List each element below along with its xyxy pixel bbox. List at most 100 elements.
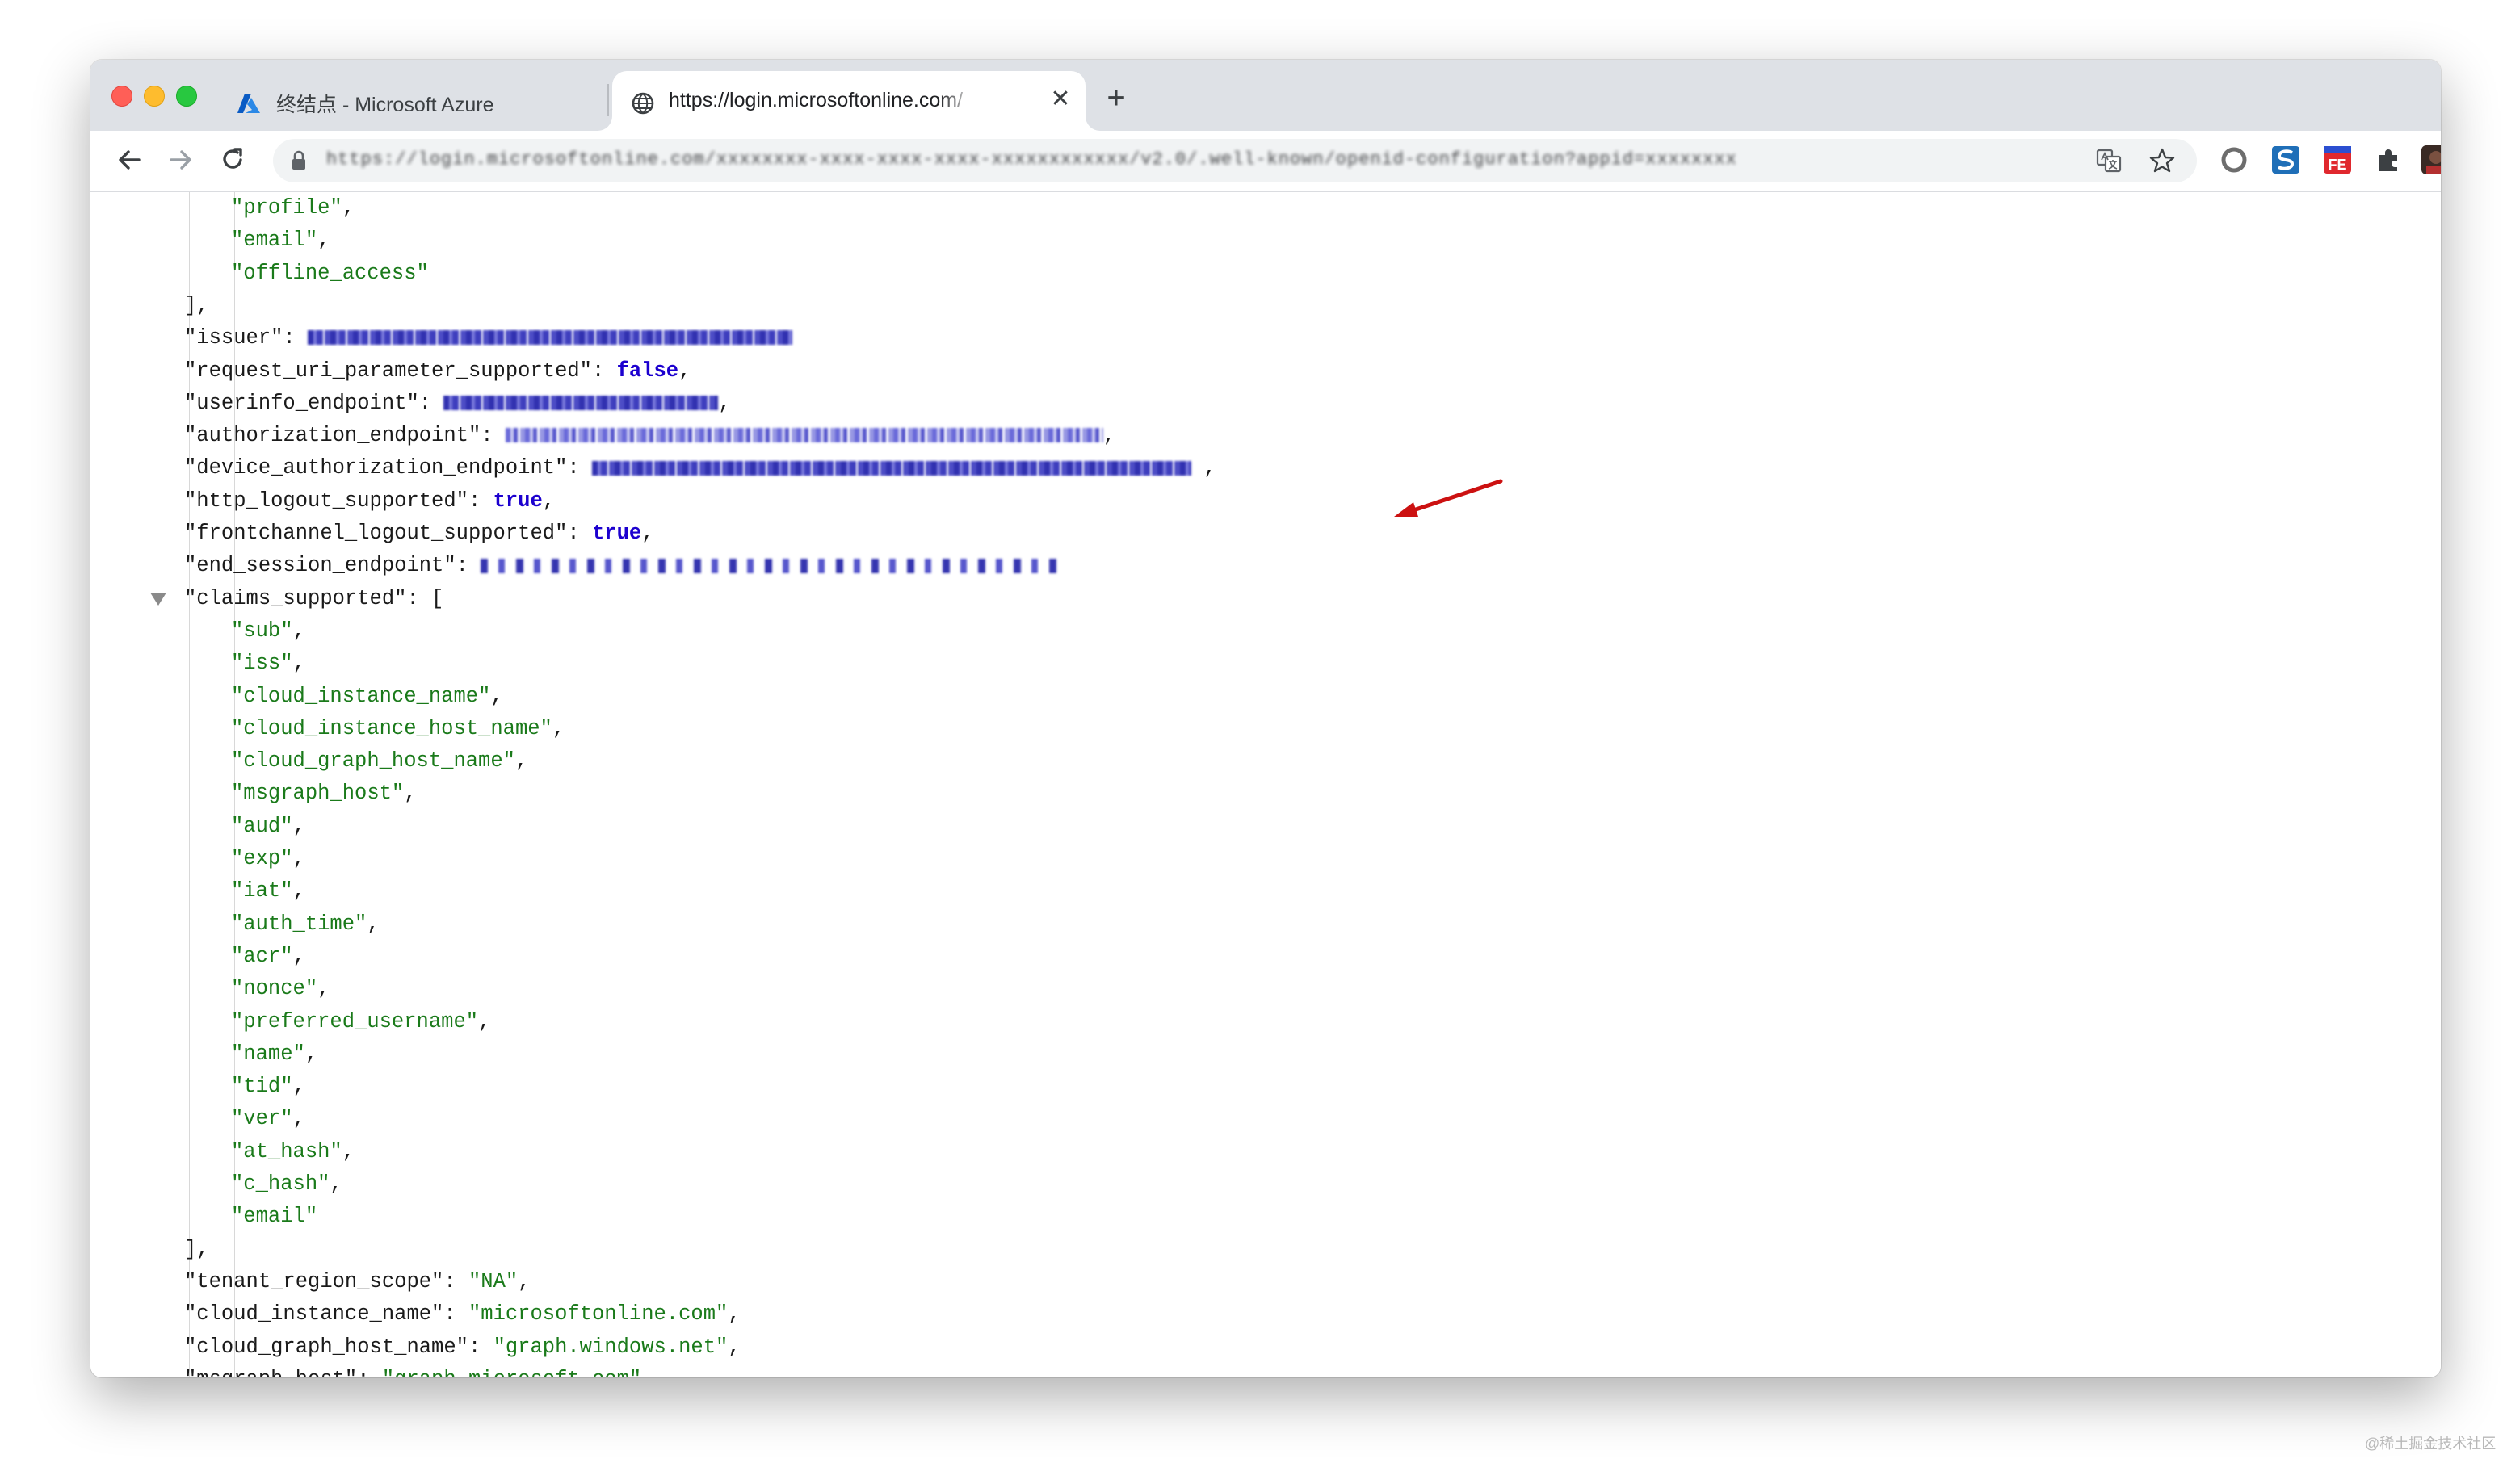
json-line: "msgraph_host", — [231, 778, 417, 810]
json-string: "email" — [231, 228, 318, 253]
translate-icon[interactable] — [2095, 147, 2123, 174]
json-string: "microsoftonline.com" — [468, 1302, 729, 1327]
json-punctuation: , — [292, 879, 305, 903]
json-viewer: "profile", "email", "offline_access"], "iss… — [90, 192, 2441, 1377]
json-punctuation: "claims_supported": [ — [184, 586, 444, 610]
json-punctuation: , — [292, 1075, 305, 1099]
tab-close-icon[interactable]: ✕ — [1047, 86, 1074, 113]
json-punctuation: , — [304, 1042, 318, 1066]
json-punctuation: , — [518, 1269, 531, 1293]
json-punctuation: , — [342, 196, 355, 220]
window-minimize-button[interactable] — [144, 86, 165, 107]
json-string: "acr" — [231, 944, 293, 968]
json-line: "email" — [231, 1201, 317, 1233]
json-line: "preferred_username", — [231, 1006, 490, 1038]
json-punctuation: , — [514, 749, 528, 773]
tab-separator — [607, 84, 609, 116]
json-punctuation: "cloud_graph_host_name": — [184, 1335, 493, 1359]
json-line: "tid", — [231, 1071, 305, 1103]
json-punctuation: "device_authorization_endpoint": — [184, 456, 592, 480]
json-string: "exp" — [231, 847, 293, 870]
window-close-button[interactable] — [111, 86, 132, 107]
collapse-toggle-icon[interactable] — [150, 592, 166, 606]
new-tab-button[interactable]: + — [1100, 82, 1132, 115]
json-punctuation: , — [367, 912, 380, 936]
json-string: "aud" — [231, 814, 293, 838]
redacted-value[interactable] — [591, 460, 1191, 476]
json-string: "c_hash" — [231, 1172, 330, 1196]
redacted-value[interactable] — [308, 330, 793, 346]
json-line: "acr", — [231, 941, 305, 973]
json-punctuation: , — [292, 1107, 305, 1131]
forward-icon[interactable] — [163, 142, 199, 178]
json-punctuation: ], — [184, 1237, 209, 1261]
json-punctuation: ], — [184, 293, 209, 317]
lock-icon[interactable] — [291, 150, 307, 171]
svg-text:FE: FE — [2328, 157, 2346, 173]
json-line: "iat", — [231, 875, 305, 908]
json-punctuation: , — [678, 358, 691, 383]
json-punctuation: "userinfo_endpoint": — [184, 391, 444, 415]
json-punctuation: , — [552, 716, 565, 740]
json-punctuation: "end_session_endpoint": — [184, 554, 481, 578]
json-literal: false — [616, 358, 679, 383]
json-line: "c_hash", — [231, 1168, 342, 1201]
red-annotation-arrow-icon — [1394, 479, 1503, 517]
url-text[interactable]: https://login.microsoftonline.com/xxxxxx… — [326, 149, 1942, 172]
reload-icon[interactable] — [215, 142, 250, 178]
json-line: "issuer": — [184, 322, 793, 354]
json-line: "claims_supported": [ — [150, 583, 444, 615]
json-string: "cloud_graph_host_name" — [231, 749, 515, 773]
json-literal: true — [591, 522, 642, 545]
json-line: "request_uri_parameter_supported": false… — [184, 355, 691, 388]
json-punctuation: , — [641, 1368, 653, 1377]
json-punctuation: "issuer": — [184, 326, 309, 350]
json-line: "iss", — [231, 648, 305, 680]
tab-openid-configuration[interactable]: https://login.microsoftonline.com/ ✕ — [612, 71, 1086, 131]
json-line: "profile", — [231, 192, 355, 224]
json-line: "exp", — [231, 843, 305, 875]
redacted-value[interactable] — [443, 396, 719, 411]
json-line: "authorization_endpoint": , — [184, 420, 1115, 452]
extension-fe-icon[interactable]: FE — [2321, 144, 2354, 176]
json-line: "cloud_instance_host_name", — [231, 713, 565, 745]
json-punctuation: , — [641, 522, 654, 545]
json-punctuation: "frontchannel_logout_supported": — [184, 522, 592, 545]
extension-s-icon[interactable] — [2270, 144, 2302, 176]
json-string: "iss" — [231, 652, 293, 676]
profile-avatar[interactable] — [2420, 144, 2441, 176]
json-line: "email", — [231, 224, 330, 257]
json-punctuation: "tenant_region_scope": — [184, 1269, 468, 1293]
extension-circle-icon[interactable] — [2218, 144, 2250, 176]
json-punctuation: , — [342, 1139, 355, 1163]
back-icon[interactable] — [111, 142, 147, 178]
json-punctuation: , — [292, 814, 305, 838]
json-line: "cloud_instance_name", — [231, 681, 503, 713]
bookmark-star-icon[interactable] — [2148, 147, 2176, 174]
redacted-value[interactable] — [481, 558, 1060, 573]
json-punctuation: , — [542, 488, 556, 513]
json-punctuation: , — [317, 228, 330, 253]
json-punctuation: , — [292, 847, 305, 870]
json-string: "at_hash" — [231, 1139, 342, 1163]
json-string: "email" — [231, 1205, 318, 1229]
json-punctuation: , — [728, 1335, 741, 1359]
json-punctuation: , — [1102, 424, 1116, 448]
json-line: "at_hash", — [231, 1136, 355, 1168]
json-punctuation: "request_uri_parameter_supported": — [184, 358, 617, 383]
json-string: "NA" — [468, 1269, 519, 1293]
json-string: "sub" — [231, 618, 293, 643]
json-punctuation: , — [728, 1302, 741, 1327]
redacted-value[interactable] — [505, 428, 1103, 443]
json-string: "iat" — [231, 879, 293, 903]
browser-toolbar: https://login.microsoftonline.com/xxxxxx… — [90, 131, 2441, 192]
extensions-puzzle-icon[interactable] — [2373, 144, 2405, 176]
json-line: "auth_time", — [231, 908, 380, 941]
json-line: "msgraph_host": "graph.microsoft.com", — [184, 1364, 654, 1377]
address-bar[interactable]: https://login.microsoftonline.com/xxxxxx… — [273, 139, 2197, 182]
json-string: "tid" — [231, 1075, 293, 1099]
json-punctuation: "authorization_endpoint": — [184, 424, 506, 448]
json-string: "cloud_instance_host_name" — [231, 716, 552, 740]
json-line: "end_session_endpoint": — [184, 550, 1060, 582]
window-zoom-button[interactable] — [176, 86, 197, 107]
